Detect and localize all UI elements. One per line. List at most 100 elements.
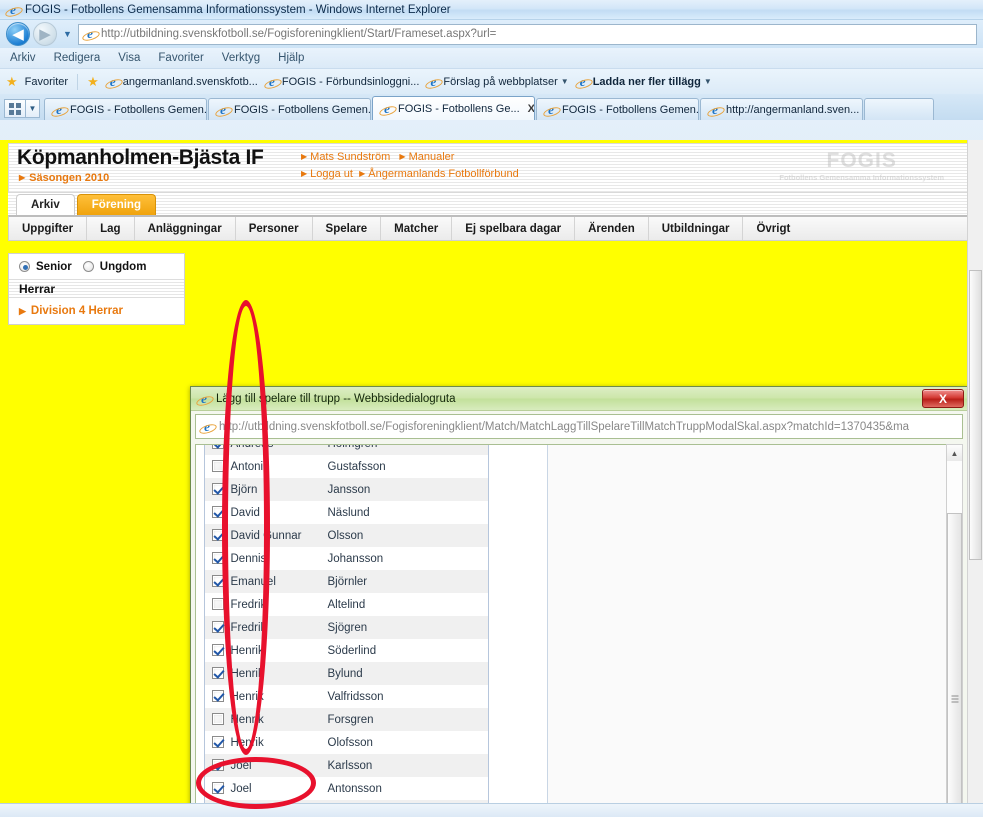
menu-item-ej-spelbara-dagar[interactable]: Ej spelbara dagar bbox=[452, 217, 576, 240]
menu-item-lag[interactable]: Lag bbox=[87, 217, 135, 240]
close-tab-icon[interactable]: X bbox=[528, 103, 534, 115]
menu-favoriter[interactable]: Favoriter bbox=[158, 52, 203, 64]
scroll-up-icon[interactable]: ▲ bbox=[947, 445, 962, 461]
browser-tab-1[interactable]: FOGIS - Fotbollens Gemen... bbox=[44, 98, 207, 120]
dialog-close-button[interactable]: X bbox=[922, 389, 964, 408]
dialog-address-bar[interactable]: http://utbildning.svenskfotboll.se/Fogis… bbox=[195, 414, 963, 439]
table-row[interactable]: Henrik Olofsson bbox=[205, 731, 489, 754]
tab-forening[interactable]: Förening bbox=[76, 194, 156, 215]
checkbox-checked[interactable] bbox=[211, 644, 224, 657]
menu-verktyg[interactable]: Verktyg bbox=[222, 52, 260, 64]
player-checkbox-cell[interactable] bbox=[205, 639, 231, 662]
table-row[interactable]: Dennis Johansson bbox=[205, 547, 489, 570]
checkbox-unchecked[interactable] bbox=[211, 460, 224, 473]
menu-hjalp[interactable]: Hjälp bbox=[278, 52, 304, 64]
player-checkbox-cell[interactable] bbox=[204, 524, 231, 547]
page-scrollbar[interactable] bbox=[967, 140, 983, 803]
checkbox-checked[interactable] bbox=[211, 621, 224, 634]
player-checkbox-cell[interactable] bbox=[205, 731, 231, 754]
browser-tab-5[interactable]: http://angermanland.sven... bbox=[700, 98, 863, 120]
player-checkbox-cell[interactable] bbox=[204, 445, 231, 455]
scrollbar-track[interactable] bbox=[947, 461, 962, 803]
checkbox-checked[interactable] bbox=[211, 667, 224, 680]
table-row[interactable]: Henrik Valfridsson bbox=[205, 685, 489, 708]
forward-button[interactable]: ▶ bbox=[33, 22, 57, 46]
player-checkbox-cell[interactable] bbox=[205, 501, 231, 524]
table-row[interactable]: Henrik Söderlind bbox=[205, 639, 489, 662]
quick-tabs-button[interactable] bbox=[4, 99, 26, 118]
page-scrollbar-thumb[interactable] bbox=[969, 270, 982, 560]
checkbox-checked[interactable] bbox=[211, 759, 224, 772]
menu-item-spelare[interactable]: Spelare bbox=[313, 217, 382, 240]
radio-senior[interactable] bbox=[19, 261, 30, 272]
table-row[interactable]: Joel Antonsson bbox=[205, 777, 489, 800]
new-tab-button[interactable] bbox=[864, 98, 934, 120]
menu-item-utbildningar[interactable]: Utbildningar bbox=[649, 217, 744, 240]
checkbox-unchecked[interactable] bbox=[211, 713, 224, 726]
menu-arkiv[interactable]: Arkiv bbox=[10, 52, 36, 64]
table-row[interactable]: Emanuel Björnler bbox=[204, 570, 489, 593]
player-checkbox-cell[interactable] bbox=[204, 708, 231, 731]
player-checkbox-cell[interactable] bbox=[205, 777, 231, 800]
menu-item-anlaggningar[interactable]: Anläggningar bbox=[135, 217, 236, 240]
menu-item-personer[interactable]: Personer bbox=[236, 217, 313, 240]
table-row[interactable]: David Gunnar Olsson bbox=[204, 524, 489, 547]
player-checkbox-cell[interactable] bbox=[205, 593, 231, 616]
link-manualer[interactable]: Manualer bbox=[409, 151, 455, 163]
link-district[interactable]: Ångermanlands Fotbollförbund bbox=[368, 168, 518, 180]
menu-item-matcher[interactable]: Matcher bbox=[381, 217, 453, 240]
player-checkbox-cell[interactable] bbox=[205, 455, 231, 478]
checkbox-unchecked[interactable] bbox=[211, 598, 224, 611]
table-row[interactable]: David Näslund bbox=[205, 501, 489, 524]
table-row[interactable]: Björn Jansson bbox=[204, 478, 489, 501]
tab-list-dropdown[interactable]: ▼ bbox=[26, 99, 40, 118]
menu-item-ovrigt[interactable]: Övrigt bbox=[743, 217, 803, 240]
player-checkbox-cell[interactable] bbox=[204, 662, 231, 685]
checkbox-checked[interactable] bbox=[211, 483, 224, 496]
link-logout[interactable]: Logga ut bbox=[310, 168, 353, 180]
checkbox-checked[interactable] bbox=[211, 782, 224, 795]
division-link[interactable]: ▶ Division 4 Herrar bbox=[9, 298, 184, 324]
scrollbar-thumb[interactable] bbox=[947, 513, 962, 803]
table-row[interactable]: Henrik Forsgren bbox=[204, 708, 489, 731]
link-user[interactable]: Mats Sundström bbox=[310, 151, 390, 163]
favorite-item-4[interactable]: Ladda ner fler tillägg ▼ bbox=[576, 75, 712, 89]
checkbox-checked[interactable] bbox=[211, 445, 224, 450]
table-row[interactable]: Fredrik Sjögren bbox=[204, 616, 489, 639]
favorites-label[interactable]: Favoriter bbox=[25, 76, 68, 88]
table-row[interactable]: AndreasHolmgren bbox=[204, 445, 489, 455]
menu-redigera[interactable]: Redigera bbox=[54, 52, 101, 64]
menu-item-arenden[interactable]: Ärenden bbox=[575, 217, 649, 240]
player-checkbox-cell[interactable] bbox=[204, 616, 231, 639]
back-button[interactable]: ◀ bbox=[6, 22, 30, 46]
menu-item-uppgifter[interactable]: Uppgifter bbox=[9, 217, 88, 240]
table-row[interactable]: Henrik Bylund bbox=[204, 662, 489, 685]
player-checkbox-cell[interactable] bbox=[204, 478, 231, 501]
player-checkbox-cell[interactable] bbox=[204, 570, 231, 593]
address-bar[interactable]: http://utbildning.svenskfotboll.se/Fogis… bbox=[78, 23, 977, 45]
dialog-scrollbar[interactable]: ▲ ▼ bbox=[946, 444, 963, 803]
favorite-item-1[interactable]: angermanland.svenskfotb... bbox=[106, 75, 258, 89]
browser-tab-2[interactable]: FOGIS - Fotbollens Gemen... bbox=[208, 98, 371, 120]
checkbox-checked[interactable] bbox=[211, 690, 224, 703]
favorite-item-3[interactable]: Förslag på webbplatser ▼ bbox=[426, 75, 568, 89]
player-checkbox-cell[interactable] bbox=[204, 754, 231, 777]
browser-tab-4[interactable]: FOGIS - Fotbollens Gemen... bbox=[536, 98, 699, 120]
checkbox-checked[interactable] bbox=[211, 552, 224, 565]
checkbox-checked[interactable] bbox=[211, 506, 224, 519]
table-row[interactable]: Antonio Gustafsson bbox=[205, 455, 489, 478]
checkbox-checked[interactable] bbox=[211, 575, 224, 588]
tab-arkiv[interactable]: Arkiv bbox=[16, 194, 75, 215]
checkbox-checked[interactable] bbox=[211, 529, 224, 542]
player-checkbox-cell[interactable] bbox=[205, 547, 231, 570]
checkbox-checked[interactable] bbox=[211, 736, 224, 749]
favorite-item-2[interactable]: FOGIS - Förbundsinloggni... bbox=[265, 75, 420, 89]
player-checkbox-cell[interactable] bbox=[205, 685, 231, 708]
table-row[interactable]: Fredrik Altelind bbox=[205, 593, 489, 616]
recent-pages-dropdown-icon[interactable]: ▼ bbox=[60, 29, 75, 39]
table-row[interactable]: Joel Karlsson bbox=[204, 754, 489, 777]
add-favorite-icon[interactable]: ★ bbox=[87, 74, 99, 90]
menu-visa[interactable]: Visa bbox=[118, 52, 140, 64]
radio-ungdom[interactable] bbox=[82, 261, 94, 272]
browser-tab-3-active[interactable]: FOGIS - Fotbollens Ge... X bbox=[372, 96, 535, 120]
